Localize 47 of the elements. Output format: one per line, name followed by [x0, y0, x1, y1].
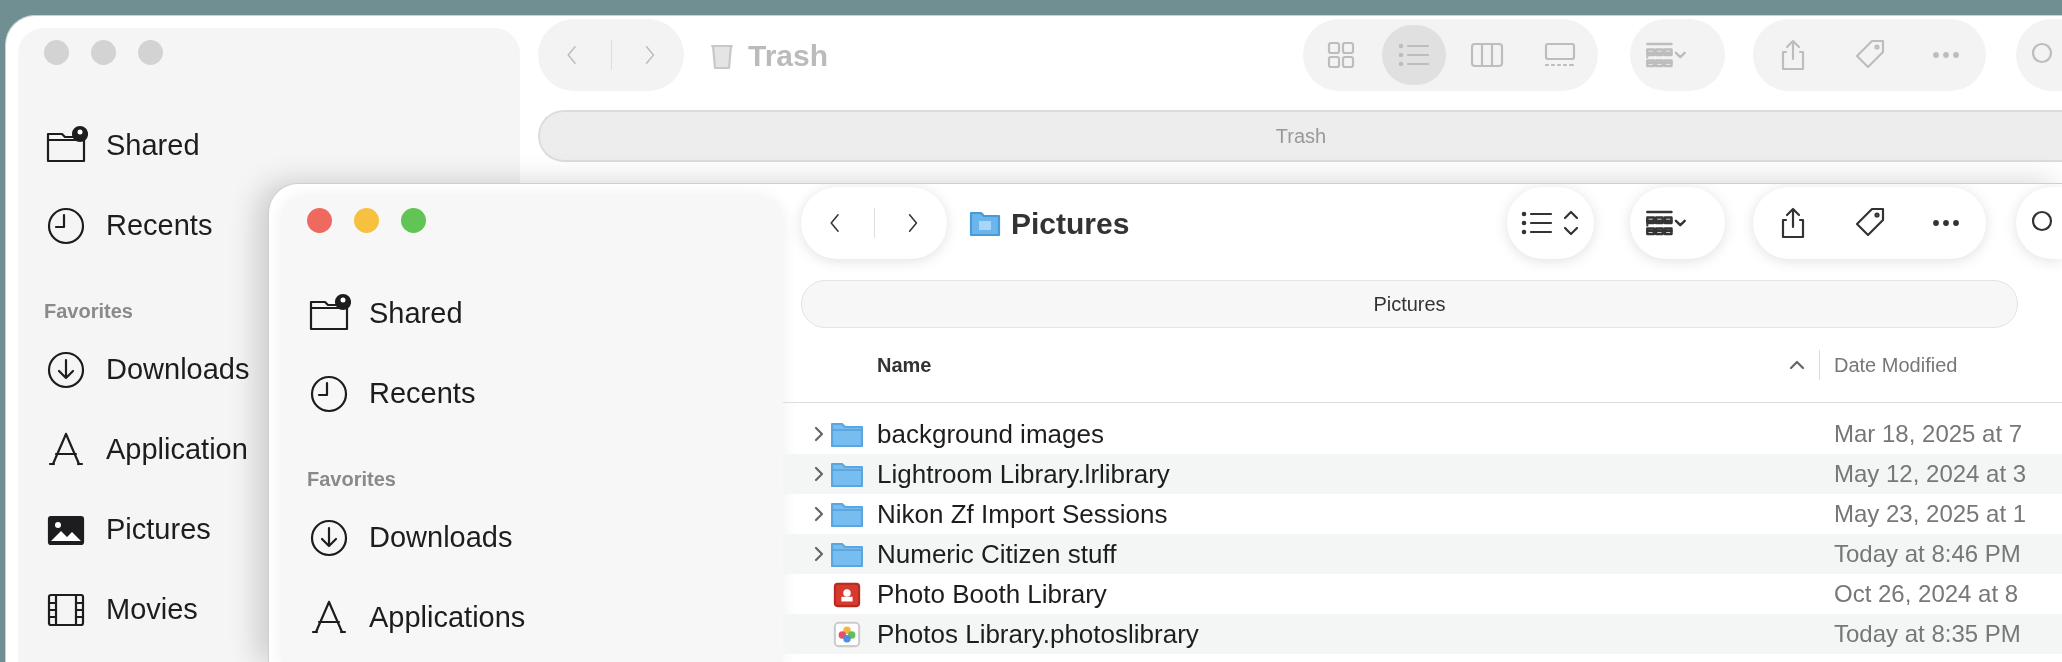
disclosure-chevron-icon[interactable]: [813, 545, 825, 563]
sidebar-item[interactable]: Downloads: [44, 330, 250, 410]
sidebar-item[interactable]: Recents: [44, 186, 213, 266]
folder-icon: [831, 540, 863, 568]
sidebar-item[interactable]: Downloads: [307, 498, 513, 578]
file-name[interactable]: Lightroom Library.lrlibrary: [877, 454, 1834, 494]
file-name[interactable]: Photos Library.photoslibrary: [877, 614, 1834, 654]
minimize-button[interactable]: [354, 207, 379, 233]
flower-icon: [831, 620, 863, 648]
sidebar-item[interactable]: Recents: [307, 354, 476, 434]
date-modified: Mar 18, 2025 at 7: [1834, 419, 2024, 449]
date-modified: Today at 8:46 PM: [1834, 539, 2022, 569]
date-modified: Oct 26, 2024 at 8: [1834, 579, 2020, 609]
sidebar-item[interactable]: Shared: [44, 106, 200, 186]
column-header[interactable]: Date Modified: [1834, 354, 1958, 376]
window-title: Trash: [748, 37, 829, 74]
date-modified: Today at 8:35 PM: [1834, 619, 2022, 649]
path-bar: Trash: [538, 110, 2062, 162]
file-name[interactable]: background images: [877, 414, 1834, 454]
zoom-button[interactable]: [401, 207, 426, 233]
disclosure-chevron-icon[interactable]: [813, 505, 825, 523]
sidebar-item[interactable]: Applications: [307, 578, 526, 658]
date-modified: May 23, 2025 at 1: [1834, 499, 2028, 529]
close-button[interactable]: [44, 39, 69, 65]
folder-icon: [831, 460, 863, 488]
column-header[interactable]: Name: [877, 350, 932, 380]
sidebar-item[interactable]: Pictures: [44, 490, 211, 570]
disclosure-chevron-icon[interactable]: [813, 425, 825, 443]
file-name[interactable]: Photo Booth Library: [877, 574, 1834, 614]
sort-caret-icon: [1789, 360, 1805, 370]
date-modified: May 12, 2024 at 3: [1834, 459, 2028, 489]
disclosure-chevron-icon[interactable]: [813, 465, 825, 483]
sidebar-heading: Favorites: [44, 299, 133, 324]
close-button[interactable]: [307, 207, 332, 233]
zoom-button[interactable]: [138, 39, 163, 65]
file-name[interactable]: Nikon Zf Import Sessions: [877, 494, 1834, 534]
file-name[interactable]: Numeric Citizen stuff: [877, 534, 1834, 574]
photo-booth-icon: [831, 580, 863, 608]
minimize-button[interactable]: [91, 39, 116, 65]
sidebar-item[interactable]: Movies: [44, 570, 198, 650]
sidebar-item[interactable]: Application: [44, 410, 248, 490]
window-title: Pictures: [1011, 205, 1130, 242]
path-bar: Pictures: [801, 280, 2018, 328]
sidebar-heading: Favorites: [307, 467, 396, 492]
folder-icon: [831, 420, 863, 448]
sidebar-item[interactable]: Shared: [307, 274, 463, 354]
folder-icon: [831, 500, 863, 528]
